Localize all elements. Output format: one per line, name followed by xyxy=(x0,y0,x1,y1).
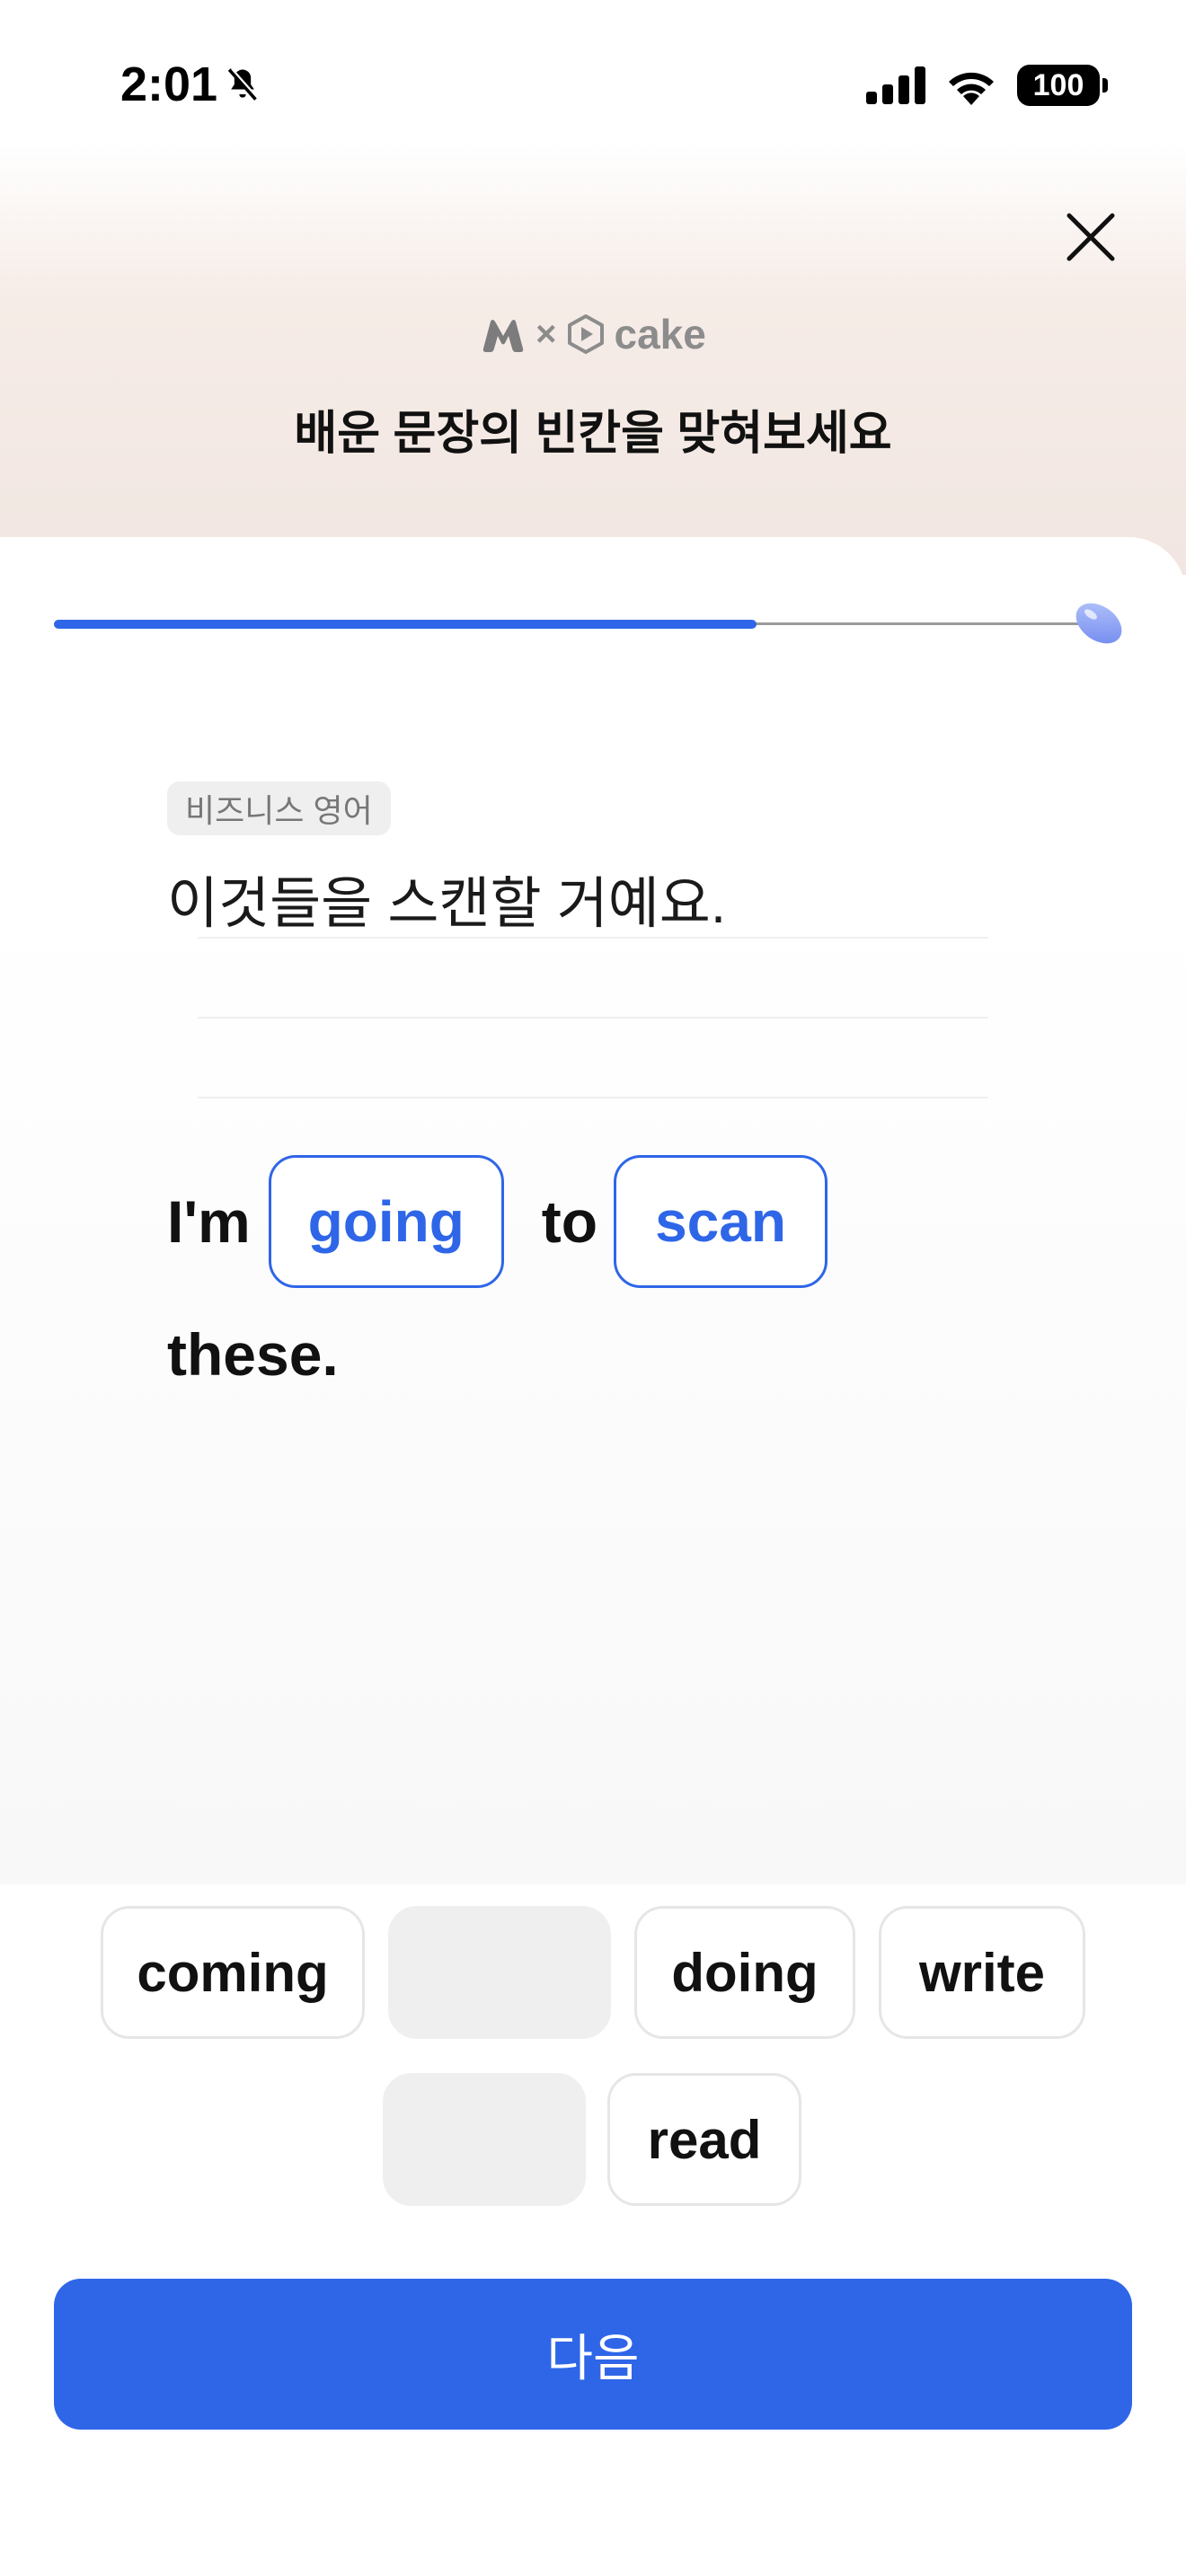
cellular-signal-icon xyxy=(866,66,925,104)
answer-blank-1[interactable]: going xyxy=(268,1155,504,1288)
brand-separator: × xyxy=(535,313,557,354)
choice-chip[interactable]: read xyxy=(607,2073,801,2206)
wifi-icon xyxy=(949,72,994,105)
battery-level: 100 xyxy=(1032,67,1084,102)
partner-logo-icon xyxy=(482,320,524,352)
divider xyxy=(198,937,988,939)
battery-indicator: 100 xyxy=(1017,65,1108,106)
status-time: 2:01 xyxy=(120,57,262,111)
sentence-word: to xyxy=(541,1188,598,1255)
next-button[interactable]: 다음 xyxy=(54,2279,1132,2430)
used-choice-slot xyxy=(388,1906,611,2039)
brand-lockup: × cake xyxy=(0,311,1186,357)
divider xyxy=(198,1017,988,1019)
answer-blank-2[interactable]: scan xyxy=(614,1155,828,1288)
status-time-text: 2:01 xyxy=(120,57,218,111)
choice-chip[interactable]: write xyxy=(879,1906,1085,2039)
bell-muted-icon xyxy=(227,67,260,101)
english-sentence-line-2: these. xyxy=(167,1320,339,1389)
brand-name: cake xyxy=(614,311,706,357)
choice-chip[interactable]: doing xyxy=(634,1906,855,2039)
status-indicators: 100 xyxy=(866,63,1108,108)
category-tag: 비즈니스 영어 xyxy=(167,781,391,835)
progress-fill xyxy=(54,620,757,629)
close-icon xyxy=(1067,213,1115,261)
divider xyxy=(198,1097,988,1098)
korean-sentence: 이것들을 스캔할 거예요. xyxy=(167,873,727,935)
sentence-word: I'm xyxy=(167,1188,251,1255)
choice-chip[interactable]: coming xyxy=(101,1906,365,2039)
app-screen: 2:01 100 × cake 배운 문장의 빈칸을 맞혀보세요 비즈니스 영어… xyxy=(0,0,1186,2576)
sentence-word: these. xyxy=(167,1321,339,1388)
cake-logo-icon xyxy=(567,314,604,354)
used-choice-slot xyxy=(383,2073,586,2206)
english-sentence-line-1: I'm going to scan xyxy=(167,1155,828,1288)
page-title: 배운 문장의 빈칸을 맞혀보세요 xyxy=(294,408,892,460)
progress-goal-icon xyxy=(1075,603,1122,644)
close-button[interactable] xyxy=(1060,207,1121,268)
